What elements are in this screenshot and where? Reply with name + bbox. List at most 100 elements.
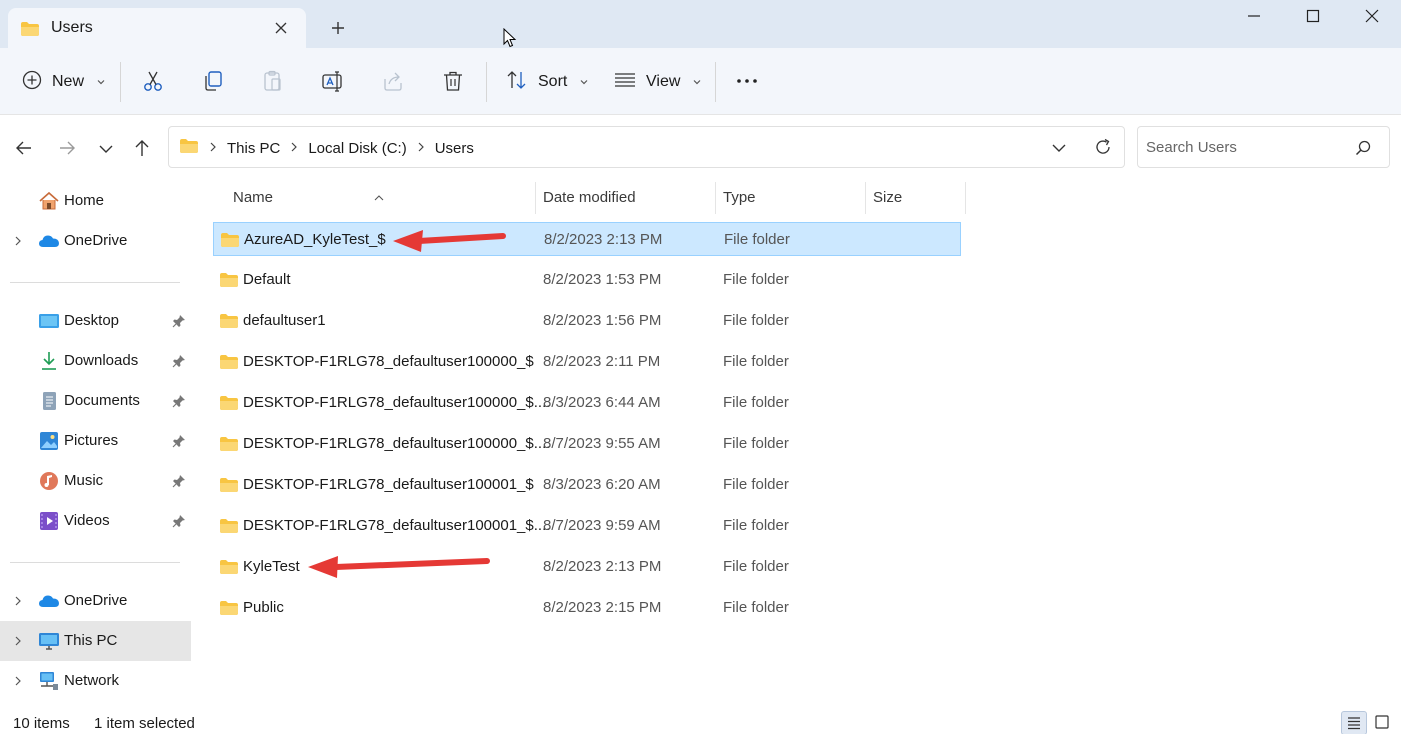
details-view-icon[interactable]: [1341, 711, 1367, 734]
chevron-right-icon: [290, 141, 298, 156]
plus-circle-icon: [22, 70, 42, 95]
breadcrumb-this-pc[interactable]: This PC: [227, 140, 280, 157]
breadcrumb-local-disk[interactable]: Local Disk (C:): [308, 140, 406, 157]
search-box[interactable]: [1137, 126, 1390, 168]
sidebar-item-documents[interactable]: Documents: [0, 381, 191, 421]
folder-icon: [219, 477, 239, 497]
table-row[interactable]: DESKTOP-F1RLG78_defaultuser100000_$.... …: [213, 386, 961, 420]
column-divider[interactable]: [965, 182, 966, 214]
sidebar-item-this-pc[interactable]: This PC: [0, 621, 191, 661]
more-icon[interactable]: [735, 69, 759, 93]
pin-icon[interactable]: [172, 434, 186, 448]
command-bar: New Sort View: [0, 48, 1401, 115]
sidebar-item-music[interactable]: Music: [0, 461, 191, 501]
table-row[interactable]: AzureAD_KyleTest_$ 8/2/2023 2:13 PM File…: [213, 222, 961, 256]
file-date-modified: 8/2/2023 1:53 PM: [543, 271, 662, 288]
chevron-down-icon: [96, 73, 106, 91]
up-icon[interactable]: [130, 136, 154, 160]
paste-icon[interactable]: [261, 69, 285, 93]
annotation-arrow-icon: [393, 230, 506, 252]
column-divider[interactable]: [715, 182, 716, 214]
music-icon: [38, 471, 60, 491]
pin-icon[interactable]: [172, 514, 186, 528]
sidebar-item-network[interactable]: Network: [0, 661, 191, 701]
view-button[interactable]: View: [614, 67, 702, 97]
cloud-icon: [38, 591, 60, 611]
chevron-right-icon: [209, 141, 217, 156]
minimize-icon[interactable]: [1225, 0, 1283, 34]
sidebar-divider: [10, 562, 180, 563]
sort-button[interactable]: Sort: [506, 67, 589, 97]
column-header-row: Name Date modified Type Size: [196, 180, 966, 216]
column-header-name[interactable]: Name: [233, 189, 273, 206]
sort-ascending-icon: [373, 189, 385, 201]
tiles-view-icon[interactable]: [1370, 711, 1396, 734]
chevron-right-icon[interactable]: [12, 594, 24, 608]
file-date-modified: 8/3/2023 6:44 AM: [543, 394, 661, 411]
cloud-icon: [38, 231, 60, 251]
file-date-modified: 8/7/2023 9:55 AM: [543, 435, 661, 452]
column-divider[interactable]: [535, 182, 536, 214]
pin-icon[interactable]: [172, 314, 186, 328]
table-row[interactable]: Default 8/2/2023 1:53 PM File folder: [213, 263, 961, 297]
chevron-right-icon[interactable]: [12, 674, 24, 688]
table-row[interactable]: Public 8/2/2023 2:15 PM File folder: [213, 591, 961, 625]
document-icon: [38, 391, 60, 411]
table-row[interactable]: DESKTOP-F1RLG78_defaultuser100001_$ 8/3/…: [213, 468, 961, 502]
pin-icon[interactable]: [172, 474, 186, 488]
delete-icon[interactable]: [441, 69, 465, 93]
search-input[interactable]: [1146, 136, 1346, 158]
back-icon[interactable]: [12, 136, 36, 160]
table-row[interactable]: DESKTOP-F1RLG78_defaultuser100000_$.... …: [213, 427, 961, 461]
folder-icon: [219, 518, 239, 538]
title-bar: Users: [0, 0, 1401, 48]
column-divider[interactable]: [865, 182, 866, 214]
file-date-modified: 8/2/2023 2:13 PM: [544, 231, 663, 248]
table-row[interactable]: DESKTOP-F1RLG78_defaultuser100001_$.... …: [213, 509, 961, 543]
close-window-icon[interactable]: [1342, 0, 1400, 34]
chevron-down-icon: [692, 73, 702, 91]
sidebar-item-pictures[interactable]: Pictures: [0, 421, 191, 461]
column-header-size[interactable]: Size: [873, 189, 902, 206]
column-header-type[interactable]: Type: [723, 189, 756, 206]
folder-icon: [219, 436, 239, 456]
rename-icon[interactable]: [321, 69, 345, 93]
toolbar-divider: [120, 62, 121, 102]
network-icon: [38, 671, 60, 691]
sidebar-item-onedrive-2[interactable]: OneDrive: [0, 581, 191, 621]
sidebar-item-desktop[interactable]: Desktop: [0, 301, 191, 341]
maximize-icon[interactable]: [1284, 0, 1342, 34]
breadcrumb-users[interactable]: Users: [435, 140, 474, 157]
view-icon: [614, 71, 636, 94]
chevron-right-icon[interactable]: [12, 234, 24, 248]
cut-icon[interactable]: [141, 69, 165, 93]
close-tab-icon[interactable]: [272, 19, 290, 37]
sidebar-item-onedrive[interactable]: OneDrive: [0, 221, 191, 261]
new-tab-icon[interactable]: [328, 18, 348, 38]
file-date-modified: 8/2/2023 1:56 PM: [543, 312, 662, 329]
pin-icon[interactable]: [172, 354, 186, 368]
chevron-down-icon: [579, 73, 589, 91]
refresh-icon[interactable]: [1093, 137, 1113, 157]
share-icon[interactable]: [381, 69, 405, 93]
recent-locations-icon[interactable]: [94, 136, 118, 160]
sidebar-item-videos[interactable]: Videos: [0, 501, 191, 541]
chevron-right-icon[interactable]: [12, 634, 24, 648]
sidebar-item-home[interactable]: Home: [0, 181, 191, 221]
search-icon[interactable]: [1354, 139, 1372, 157]
sidebar-item-downloads[interactable]: Downloads: [0, 341, 191, 381]
file-date-modified: 8/7/2023 9:59 AM: [543, 517, 661, 534]
copy-icon[interactable]: [201, 69, 225, 93]
tab-users[interactable]: Users: [8, 8, 306, 48]
address-bar[interactable]: This PC Local Disk (C:) Users: [168, 126, 1125, 168]
table-row[interactable]: DESKTOP-F1RLG78_defaultuser100000_$ 8/2/…: [213, 345, 961, 379]
file-name: DESKTOP-F1RLG78_defaultuser100001_$: [243, 476, 534, 493]
new-button[interactable]: New: [22, 67, 106, 97]
folder-icon: [219, 313, 239, 333]
pin-icon[interactable]: [172, 394, 186, 408]
address-history-icon[interactable]: [1049, 138, 1069, 158]
table-row[interactable]: defaultuser1 8/2/2023 1:56 PM File folde…: [213, 304, 961, 338]
column-header-date[interactable]: Date modified: [543, 189, 636, 206]
folder-icon: [219, 559, 239, 579]
forward-icon[interactable]: [55, 136, 79, 160]
